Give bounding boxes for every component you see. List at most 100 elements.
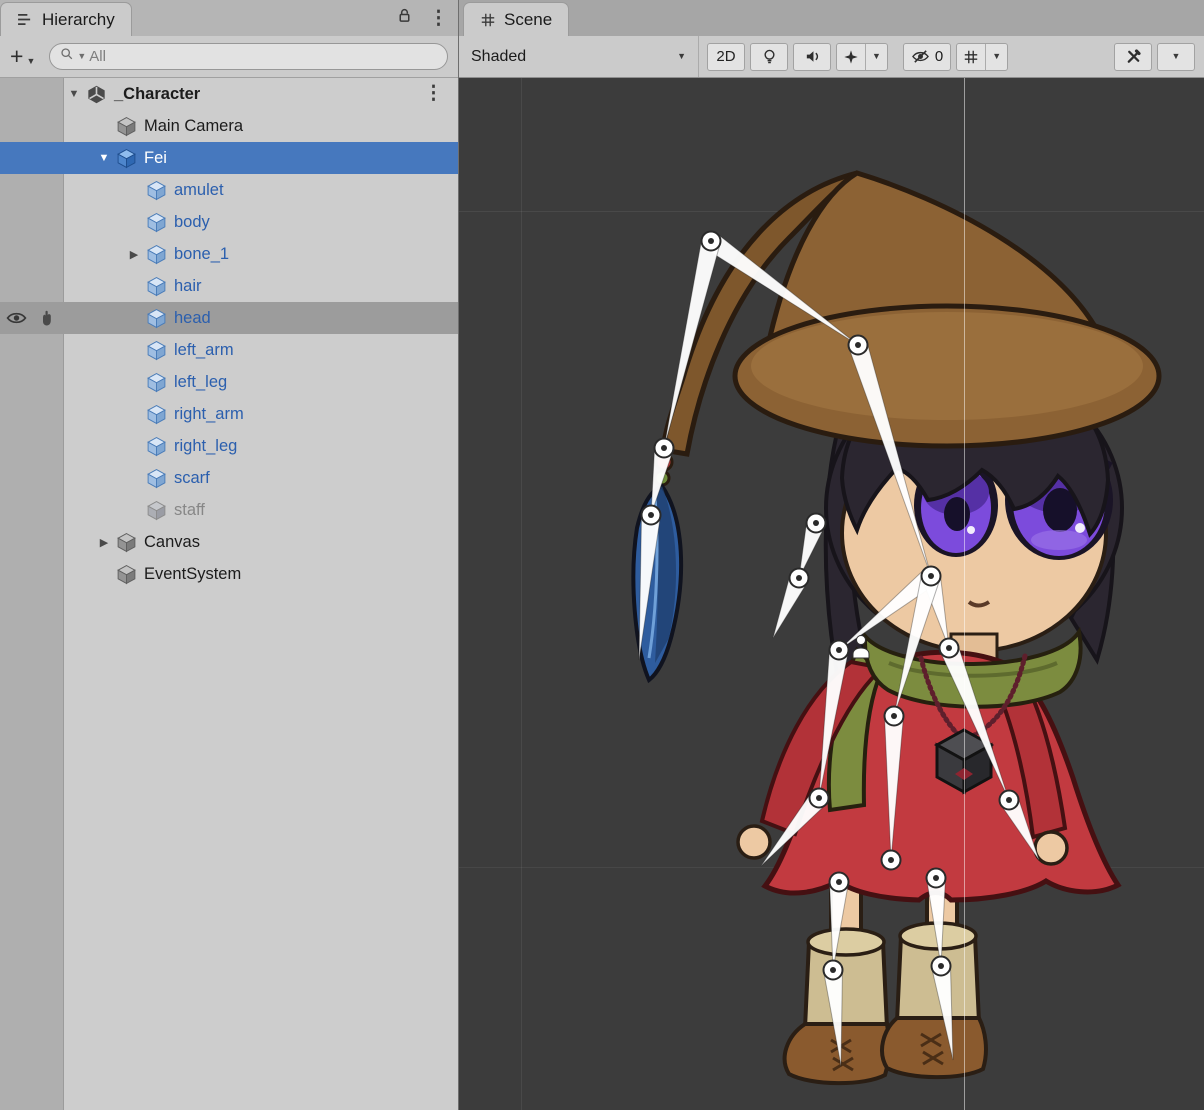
hierarchy-search-box[interactable]: ▼ <box>49 43 448 70</box>
grid-dropdown-caret-icon[interactable]: ▼ <box>985 44 1007 70</box>
row-label: right_leg <box>174 437 237 456</box>
shading-mode-dropdown[interactable]: Shaded ▼ <box>459 36 699 77</box>
prefab-cube-icon <box>146 372 167 393</box>
chevron-down-icon: ▼ <box>1172 52 1181 61</box>
prefab-cube-icon <box>146 436 167 457</box>
toggle-2d-button[interactable]: 2D <box>707 43 745 71</box>
row-label: hair <box>174 277 202 296</box>
gameobject-cube-icon <box>116 116 137 137</box>
prefab-cube-icon <box>146 212 167 233</box>
chevron-down-icon: ▼ <box>26 57 35 66</box>
component-tools-button[interactable] <box>1114 43 1152 71</box>
prefab-cube-icon <box>146 404 167 425</box>
row-label: bone_1 <box>174 245 229 264</box>
row-label: amulet <box>174 181 224 200</box>
hierarchy-row-staff[interactable]: staff <box>0 494 458 526</box>
hierarchy-row-canvas[interactable]: ▶ Canvas <box>0 526 458 558</box>
scene-visibility-button[interactable]: 0 <box>903 43 951 71</box>
hierarchy-row-character[interactable]: ▼ _Character ⋮ <box>0 78 458 110</box>
row-label: EventSystem <box>144 565 241 584</box>
tab-scene-label: Scene <box>504 10 552 30</box>
hierarchy-panel: Hierarchy ⋮ + ▼ ▼ <box>0 0 459 1110</box>
search-icon <box>60 47 74 66</box>
effects-sparkle-icon <box>837 44 865 70</box>
grid-icon <box>957 44 985 70</box>
scene-viewport[interactable] <box>459 78 1204 1110</box>
scene-panel: Scene Shaded ▼ 2D <box>459 0 1204 1110</box>
hierarchy-row-amulet[interactable]: amulet <box>0 174 458 206</box>
hierarchy-row-left-leg[interactable]: left_leg <box>0 366 458 398</box>
prefab-cube-icon <box>146 244 167 265</box>
gameobject-cube-icon <box>116 564 137 585</box>
hierarchy-row-left-arm[interactable]: left_arm <box>0 334 458 366</box>
tab-scene[interactable]: Scene <box>463 2 569 36</box>
foldout-expanded-icon[interactable]: ▼ <box>62 88 86 100</box>
search-input[interactable] <box>89 48 437 65</box>
hierarchy-row-scarf[interactable]: scarf <box>0 462 458 494</box>
gameobject-cube-icon <box>146 500 167 521</box>
hierarchy-row-body[interactable]: body <box>0 206 458 238</box>
scene-lighting-button[interactable] <box>750 43 788 71</box>
scene-canvas <box>459 78 1204 1110</box>
speaker-icon <box>804 48 821 65</box>
hierarchy-toolbar: + ▼ ▼ <box>0 36 458 78</box>
unity-editor-window: Hierarchy ⋮ + ▼ ▼ <box>0 0 1204 1110</box>
hierarchy-row-right-arm[interactable]: right_arm <box>0 398 458 430</box>
tools-icon <box>1125 48 1142 65</box>
scene-effects-button[interactable]: ▼ <box>836 43 888 71</box>
foldout-expanded-icon[interactable]: ▼ <box>92 152 116 164</box>
prefab-cube-icon <box>146 468 167 489</box>
prefab-cube-icon <box>146 308 167 329</box>
row-label: Main Camera <box>144 117 243 136</box>
plus-icon: + <box>10 45 23 68</box>
row-label: scarf <box>174 469 210 488</box>
scene-grid-settings-button[interactable]: ▼ <box>956 43 1008 71</box>
character-sprite[interactable] <box>633 173 1159 1083</box>
gameobject-cube-icon <box>116 532 137 553</box>
hierarchy-row-head[interactable]: head <box>0 302 458 334</box>
hierarchy-row-right-leg[interactable]: right_leg <box>0 430 458 462</box>
visibility-eye-icon[interactable] <box>6 309 27 327</box>
row-label: right_arm <box>174 405 244 424</box>
hierarchy-list-icon <box>17 13 34 26</box>
scene-name-label: _Character <box>114 85 200 104</box>
row-label: staff <box>174 501 205 520</box>
shading-mode-label: Shaded <box>471 48 526 66</box>
tab-hierarchy[interactable]: Hierarchy <box>0 2 132 36</box>
lightbulb-icon <box>761 48 778 65</box>
row-label: body <box>174 213 210 232</box>
effects-dropdown-caret-icon[interactable]: ▼ <box>865 44 887 70</box>
lock-icon[interactable] <box>396 7 413 29</box>
row-label: left_arm <box>174 341 234 360</box>
prefab-cube-icon <box>116 148 137 169</box>
hierarchy-row-hair[interactable]: hair <box>0 270 458 302</box>
scene-grid-icon <box>480 12 496 28</box>
hidden-count-label: 0 <box>935 48 943 65</box>
hierarchy-row-fei[interactable]: ▼ Fei <box>0 142 458 174</box>
eye-slash-icon <box>911 48 930 65</box>
scene-tabbar: Scene <box>459 0 1204 36</box>
foldout-collapsed-icon[interactable]: ▶ <box>92 536 116 549</box>
prefab-cube-icon <box>146 340 167 361</box>
scene-audio-button[interactable] <box>793 43 831 71</box>
toolbar-overflow-button[interactable]: ▼ <box>1157 43 1195 71</box>
foldout-collapsed-icon[interactable]: ▶ <box>122 248 146 261</box>
hierarchy-row-bone-1[interactable]: ▶ bone_1 <box>0 238 458 270</box>
scene-toolbar: Shaded ▼ 2D ▼ <box>459 36 1204 78</box>
hierarchy-row-main-camera[interactable]: Main Camera <box>0 110 458 142</box>
chevron-down-icon: ▼ <box>677 52 686 61</box>
scene-options-kebab-icon[interactable]: ⋮ <box>424 84 443 103</box>
kebab-menu-icon[interactable]: ⋮ <box>429 9 448 28</box>
add-object-button[interactable]: + ▼ <box>10 45 35 68</box>
tab-hierarchy-label: Hierarchy <box>42 10 115 30</box>
toggle-2d-label: 2D <box>716 48 735 65</box>
row-label: Fei <box>144 149 167 168</box>
hierarchy-tree: ▼ _Character ⋮ Main Camera ▼ Fei <box>0 78 458 1110</box>
row-label: head <box>174 309 211 328</box>
hierarchy-tabbar: Hierarchy ⋮ <box>0 0 458 36</box>
hierarchy-row-event-system[interactable]: EventSystem <box>0 558 458 590</box>
picking-hand-icon[interactable] <box>36 309 57 327</box>
prefab-cube-icon <box>146 276 167 297</box>
search-filter-caret-icon: ▼ <box>77 52 86 61</box>
row-label: left_leg <box>174 373 227 392</box>
